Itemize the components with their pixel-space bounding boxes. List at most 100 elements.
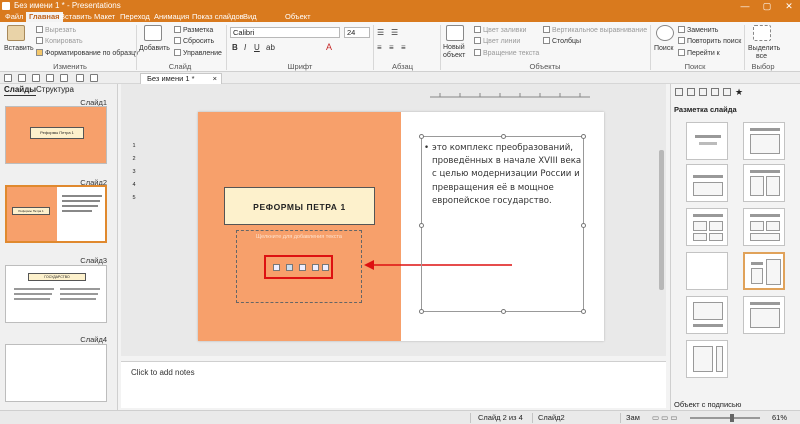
layout-comparison[interactable] [686,208,728,246]
format-painter-button[interactable]: Форматирование по образцу [36,49,139,58]
slide-thumbnail-4[interactable] [5,344,107,402]
insert-table-icon[interactable] [273,264,280,271]
star-icon[interactable]: ★ [735,87,743,98]
resize-handle[interactable] [419,309,424,314]
font-color-button[interactable]: A [326,43,332,52]
insert-shape-icon[interactable] [322,264,329,271]
italic-button[interactable]: I [244,43,246,52]
tab-structure[interactable]: Структура [36,85,74,95]
columns-button[interactable]: Столбцы [543,37,581,46]
insert-chart-icon[interactable] [299,264,306,271]
body-text[interactable]: • это комплекс преобразований, проведённ… [424,142,582,208]
print-icon[interactable] [60,74,68,82]
layout-section-header[interactable] [686,164,728,202]
slide-thumbnail-3[interactable]: ГОСУДАРСТВО [5,265,107,323]
line-icon [474,37,481,44]
menu-slideshow[interactable]: Показ слайдов [189,12,247,22]
slide-thumbnail-2[interactable]: Реформы Петра 1 [5,185,107,243]
fill-color-button[interactable]: Цвет заливки [474,26,526,35]
reset-button[interactable]: Сбросить [174,37,214,46]
minimize-button[interactable]: — [734,0,756,12]
select-all-button-line2[interactable]: все [756,52,767,61]
tab-slides[interactable]: Слайды [4,85,37,96]
new-doc-icon[interactable] [18,74,26,82]
save-icon[interactable] [46,74,54,82]
layout-button[interactable]: Разметка [174,26,213,35]
open-icon[interactable] [32,74,40,82]
slide-thumbnail-1[interactable]: Реформы Петра 1 [5,106,107,164]
copy-button[interactable]: Копировать [36,37,83,46]
maximize-button[interactable]: ▢ [756,0,778,12]
search-button[interactable]: Поиск [654,44,673,53]
insert-media-icon[interactable] [312,264,319,271]
vertical-scrollbar[interactable] [658,90,666,356]
layout-title-vertical-text[interactable] [743,296,785,334]
layout-two-content[interactable] [743,164,785,202]
panel-icon-1[interactable] [675,88,683,96]
cut-button[interactable]: Вырезать [36,26,76,35]
bold-button[interactable]: B [232,43,238,52]
zoom-slider-thumb[interactable] [730,414,734,422]
panel-icon-4[interactable] [711,88,719,96]
font-size-select[interactable]: 24 [344,27,370,38]
resize-handle[interactable] [581,134,586,139]
layout-picture-with-caption[interactable] [686,296,728,334]
menu-transition[interactable]: Переход [117,12,153,22]
insert-object-toolbar[interactable] [264,255,333,279]
view-icons[interactable]: ▭ ▭ ▭ [652,411,677,424]
align-right-button[interactable]: ≡ [401,43,406,52]
panel-icon-3[interactable] [699,88,707,96]
resize-handle[interactable] [419,223,424,228]
paste-button[interactable]: Вставить [4,44,34,53]
slide-title[interactable]: РЕФОРМЫ ПЕТРА 1 [224,187,375,225]
layout-title-content[interactable] [743,122,785,160]
bullets-button[interactable]: ☰ [377,28,384,37]
undo-icon[interactable] [76,74,84,82]
layout-title-slide[interactable] [686,122,728,160]
layout-title-only[interactable] [743,208,785,246]
replace-button[interactable]: Заменить [678,26,718,35]
manage-button[interactable]: Управление [174,49,222,58]
resize-handle[interactable] [501,134,506,139]
close-button[interactable]: ✕ [778,0,800,12]
layout-content-with-caption[interactable] [743,252,785,290]
menu-layout[interactable]: Макет [91,12,118,22]
resize-handle[interactable] [501,309,506,314]
new-object-button[interactable]: Новый объект [443,44,471,60]
goto-button[interactable]: Перейти к [678,49,720,58]
strikethrough-button[interactable]: ab [266,43,275,52]
zoom-slider[interactable] [690,414,760,422]
underline-button[interactable]: U [254,43,260,52]
layout-vertical-title-text[interactable] [686,340,728,378]
menu-icon[interactable] [4,74,12,82]
repeat-search-button[interactable]: Повторить поиск [678,37,741,46]
layout-blank[interactable] [686,252,728,290]
rotate-text-button[interactable]: Вращение текста [474,49,539,58]
numbering-button[interactable]: ☰ [391,28,398,37]
menu-file[interactable]: Файл [2,12,26,22]
resize-handle[interactable] [419,134,424,139]
menu-insert[interactable]: Вставить [57,12,95,22]
line-color-button[interactable]: Цвет линии [474,37,520,46]
panel-icon-2[interactable] [687,88,695,96]
align-center-button[interactable]: ≡ [389,43,394,52]
menu-view[interactable]: Вид [240,12,260,22]
notes-pane[interactable]: Click to add notes [121,361,666,408]
menu-animation[interactable]: Анимация [151,12,192,22]
redo-icon[interactable] [90,74,98,82]
scrollbar-thumb[interactable] [659,150,664,290]
add-slide-button[interactable]: Добавить [139,44,170,53]
document-tab[interactable]: Без имени 1 * × [140,73,222,84]
panel-icon-5[interactable] [723,88,731,96]
font-name-select[interactable]: Calibri [230,27,340,38]
layout-panel-title: Разметка слайда [674,105,737,114]
resize-handle[interactable] [581,223,586,228]
menu-object[interactable]: Объект [282,12,314,22]
close-tab-icon[interactable]: × [213,74,217,84]
align-left-button[interactable]: ≡ [377,43,382,52]
vertical-align-button[interactable]: Вертикальное выравнивание [543,26,647,35]
resize-handle[interactable] [581,309,586,314]
insert-picture-icon[interactable] [286,264,293,271]
zoom-level[interactable]: 61% [772,411,787,424]
ribbon: Вставить Вырезать Копировать Форматирова… [0,22,800,72]
